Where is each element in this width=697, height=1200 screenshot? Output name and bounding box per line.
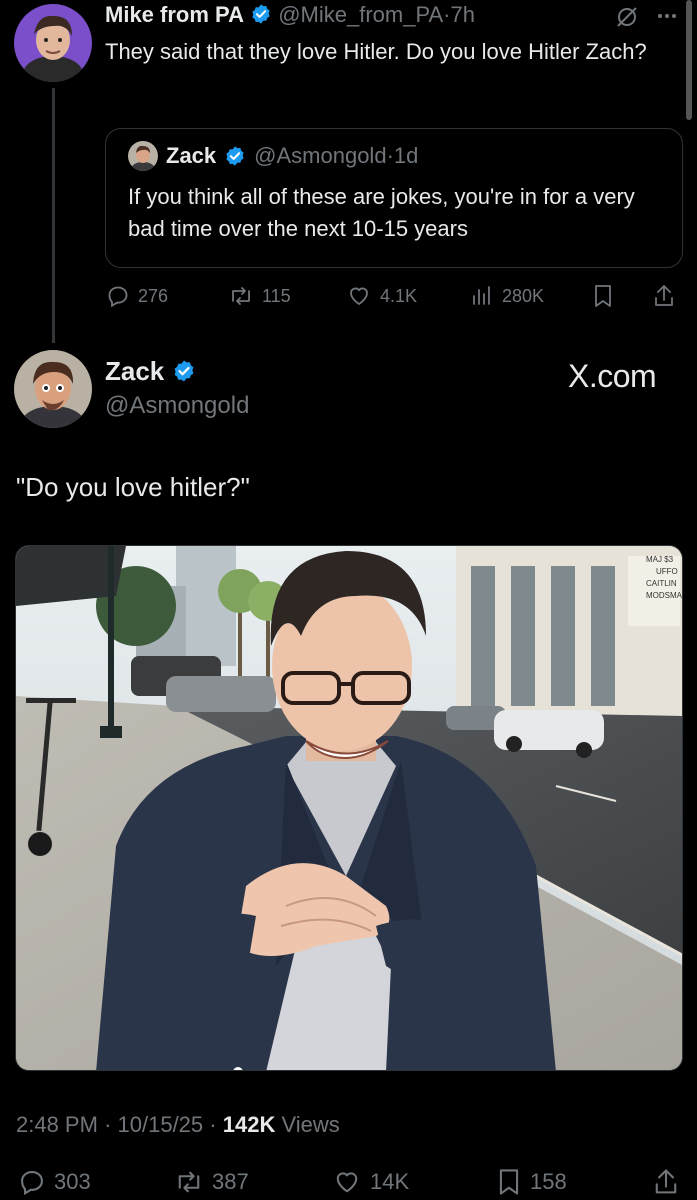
main-views-count: 142K — [222, 1112, 276, 1137]
meta-separator-1: · — [104, 1112, 112, 1137]
repost-icon — [232, 287, 250, 305]
reply-header: Mike from PA @Mike_from_PA·7h — [105, 2, 475, 28]
reply-separator: · — [443, 2, 451, 27]
more-options-icon[interactable] — [655, 6, 679, 31]
main-bookmark-count: 158 — [530, 1169, 567, 1194]
main-bookmark-button[interactable]: 158 — [496, 1167, 567, 1197]
reply-like-count: 4.1K — [380, 285, 418, 306]
bookmark-icon — [595, 285, 611, 307]
main-meta: 2:48 PM · 10/15/25 · 142K Views — [16, 1112, 340, 1138]
reply-repost-count: 115 — [262, 285, 291, 306]
share-icon — [655, 1169, 677, 1194]
repost-icon — [178, 1171, 200, 1193]
reply-icon — [21, 1171, 43, 1196]
main-share-button[interactable] — [652, 1167, 680, 1197]
main-text: "Do you love hitler?" — [16, 472, 250, 502]
reply-actions: 276 115 4.1K 280K — [0, 282, 697, 310]
main-repost-button[interactable]: 387 — [174, 1168, 249, 1196]
reply-like-button[interactable]: 4.1K — [346, 284, 417, 308]
sign-2: UFFO — [656, 567, 678, 576]
heart-icon — [336, 1172, 358, 1193]
sign-4: MODSMA — [646, 591, 683, 600]
quoted-handle[interactable]: @Asmongold — [254, 143, 386, 168]
grok-icon[interactable] — [614, 4, 640, 35]
quoted-verified-icon — [226, 146, 244, 166]
reply-views-count: 280K — [502, 285, 545, 306]
main-verified-icon — [174, 360, 193, 382]
reply-repost-button[interactable]: 115 — [228, 284, 291, 308]
reply-views-button[interactable]: 280K — [470, 284, 544, 308]
sign-1: MAJ $3 — [646, 555, 674, 564]
meta-separator-2: · — [209, 1112, 217, 1137]
reply-handle[interactable]: @Mike_from_PA — [278, 2, 443, 27]
tweet-media-image[interactable]: MAJ $3 UFFO CAITLIN MODSMA — [15, 545, 683, 1071]
scrollbar[interactable] — [686, 0, 692, 120]
reply-reply-count: 276 — [138, 285, 169, 306]
main-repost-count: 387 — [212, 1169, 249, 1194]
reply-time[interactable]: 7h — [451, 2, 475, 27]
bookmark-icon — [499, 1169, 519, 1195]
verified-icon — [252, 4, 270, 24]
quoted-avatar — [128, 141, 158, 171]
reply-author-name[interactable]: Mike from PA — [105, 2, 244, 27]
share-icon — [655, 285, 673, 306]
quoted-text: If you think all of these are jokes, you… — [128, 184, 635, 241]
street-photo: MAJ $3 UFFO CAITLIN MODSMA — [16, 546, 683, 1070]
avatar-mike[interactable] — [14, 4, 92, 82]
main-time[interactable]: 2:48 PM — [16, 1112, 98, 1137]
reply-reply-button[interactable]: 276 — [106, 284, 168, 308]
reply-text: They said that they love Hitler. Do you … — [105, 39, 647, 64]
main-reply-count: 303 — [54, 1169, 91, 1194]
main-like-button[interactable]: 14K — [332, 1168, 409, 1196]
reply-bookmark-button[interactable] — [592, 283, 614, 309]
main-views-label: Views — [281, 1112, 340, 1137]
main-handle[interactable]: @Asmongold — [105, 392, 249, 420]
views-icon — [473, 286, 490, 305]
sign-3: CAITLIN — [646, 579, 677, 588]
quoted-separator: · — [386, 143, 394, 168]
main-date[interactable]: 10/15/25 — [118, 1112, 204, 1137]
quoted-header: Zack @Asmongold·1d — [128, 141, 418, 171]
reply-share-button[interactable] — [652, 283, 676, 309]
quoted-tweet-card[interactable]: Zack @Asmongold·1d If you think all of t… — [105, 128, 683, 268]
main-author-row: Zack — [105, 356, 196, 387]
main-like-count: 14K — [370, 1169, 410, 1194]
main-reply-button[interactable]: 303 — [18, 1168, 91, 1196]
xcom-watermark: X.com — [568, 358, 657, 394]
main-author-name[interactable]: Zack — [105, 356, 164, 386]
avatar-zack[interactable] — [14, 350, 92, 428]
quoted-time[interactable]: 1d — [394, 143, 418, 168]
heart-icon — [350, 287, 368, 305]
reply-icon — [108, 286, 128, 308]
main-actions: 303 387 14K 158 — [0, 1166, 697, 1198]
quoted-author-name[interactable]: Zack — [166, 143, 216, 169]
